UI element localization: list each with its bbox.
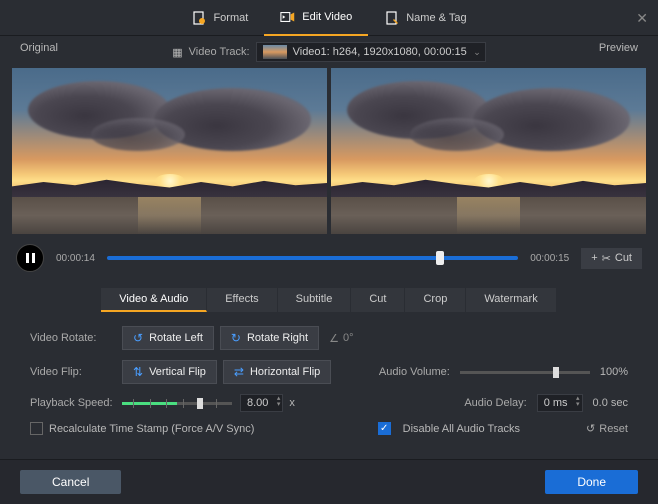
horizontal-flip-button[interactable]: ⇄Horizontal Flip bbox=[223, 360, 331, 384]
time-current: 00:00:14 bbox=[56, 253, 95, 264]
subtab-subtitle[interactable]: Subtitle bbox=[278, 288, 352, 312]
timeline-slider[interactable] bbox=[107, 256, 518, 260]
done-button[interactable]: Done bbox=[545, 470, 638, 494]
delay-input[interactable]: 0 ms▴▾ bbox=[537, 394, 583, 412]
recalc-checkbox[interactable] bbox=[30, 422, 43, 435]
disable-audio-label: Disable All Audio Tracks bbox=[403, 423, 520, 435]
spinner-icon[interactable]: ▴▾ bbox=[576, 396, 580, 408]
play-pause-button[interactable] bbox=[16, 244, 44, 272]
subtab-crop[interactable]: Crop bbox=[405, 288, 466, 312]
cut-button[interactable]: + ✂ Cut bbox=[581, 248, 642, 269]
rotate-left-button[interactable]: ↺Rotate Left bbox=[122, 326, 214, 350]
tab-format[interactable]: Format bbox=[175, 0, 264, 36]
rotate-angle: ∠0° bbox=[329, 332, 353, 345]
vertical-flip-button[interactable]: ⇅Vertical Flip bbox=[122, 360, 217, 384]
delay-label: Audio Delay: bbox=[464, 397, 526, 409]
subtab-watermark[interactable]: Watermark bbox=[466, 288, 556, 312]
result-preview bbox=[331, 68, 646, 234]
format-icon bbox=[191, 10, 207, 26]
speed-thumb[interactable] bbox=[197, 398, 203, 409]
volume-label: Audio Volume: bbox=[379, 366, 450, 378]
recalc-label: Recalculate Time Stamp (Force A/V Sync) bbox=[49, 423, 254, 435]
speed-slider[interactable] bbox=[122, 402, 232, 405]
video-track-icon: ▦ bbox=[172, 46, 182, 59]
volume-thumb[interactable] bbox=[553, 367, 559, 378]
name-tag-icon bbox=[384, 10, 400, 26]
rotate-right-icon: ↻ bbox=[231, 331, 241, 345]
disable-audio-checkbox[interactable]: ✓ bbox=[378, 422, 391, 435]
chevron-down-icon: ⌄ bbox=[473, 47, 481, 58]
close-icon[interactable]: ✕ bbox=[636, 10, 648, 27]
video-track-select[interactable]: Video1: h264, 1920x1080, 00:00:15 ⌄ bbox=[256, 42, 486, 62]
rotate-label: Video Rotate: bbox=[30, 332, 122, 344]
subtab-cut[interactable]: Cut bbox=[351, 288, 405, 312]
spinner-icon[interactable]: ▴▾ bbox=[277, 396, 281, 408]
subtab-effects[interactable]: Effects bbox=[207, 288, 277, 312]
edit-video-icon bbox=[280, 9, 296, 25]
speed-label: Playback Speed: bbox=[30, 397, 122, 409]
reset-icon: ↺ bbox=[586, 422, 595, 435]
time-total: 00:00:15 bbox=[530, 253, 569, 264]
flip-horizontal-icon: ⇄ bbox=[234, 365, 244, 379]
preview-label: Preview bbox=[599, 42, 638, 54]
speed-input[interactable]: 8.00▴▾ bbox=[240, 394, 283, 412]
rotate-left-icon: ↺ bbox=[133, 331, 143, 345]
original-label: Original bbox=[20, 42, 58, 54]
cut-label: Cut bbox=[615, 252, 632, 264]
volume-slider[interactable] bbox=[460, 371, 590, 374]
rotate-right-button[interactable]: ↻Rotate Right bbox=[220, 326, 319, 350]
delay-sec: 0.0 sec bbox=[593, 397, 628, 409]
tab-edit-video[interactable]: Edit Video bbox=[264, 0, 368, 36]
angle-icon: ∠ bbox=[329, 332, 339, 345]
tab-name-tag[interactable]: Name & Tag bbox=[368, 0, 482, 36]
timeline-thumb[interactable] bbox=[436, 251, 444, 265]
pause-icon bbox=[26, 253, 35, 263]
flip-label: Video Flip: bbox=[30, 366, 122, 378]
speed-suffix: x bbox=[289, 397, 295, 409]
track-value: Video1: h264, 1920x1080, 00:00:15 bbox=[293, 46, 467, 58]
cancel-button[interactable]: Cancel bbox=[20, 470, 121, 494]
track-thumbnail bbox=[263, 45, 287, 59]
video-track-label: Video Track: bbox=[189, 46, 250, 58]
subtab-video-audio[interactable]: Video & Audio bbox=[101, 288, 207, 312]
add-icon: + bbox=[591, 252, 597, 264]
original-preview bbox=[12, 68, 327, 234]
flip-vertical-icon: ⇅ bbox=[133, 365, 143, 379]
tab-label: Format bbox=[213, 12, 248, 24]
tab-label: Edit Video bbox=[302, 11, 352, 23]
scissors-icon: ✂ bbox=[602, 252, 611, 265]
tab-label: Name & Tag bbox=[406, 12, 466, 24]
reset-button[interactable]: ↺Reset bbox=[586, 422, 628, 435]
volume-value: 100% bbox=[600, 366, 628, 378]
